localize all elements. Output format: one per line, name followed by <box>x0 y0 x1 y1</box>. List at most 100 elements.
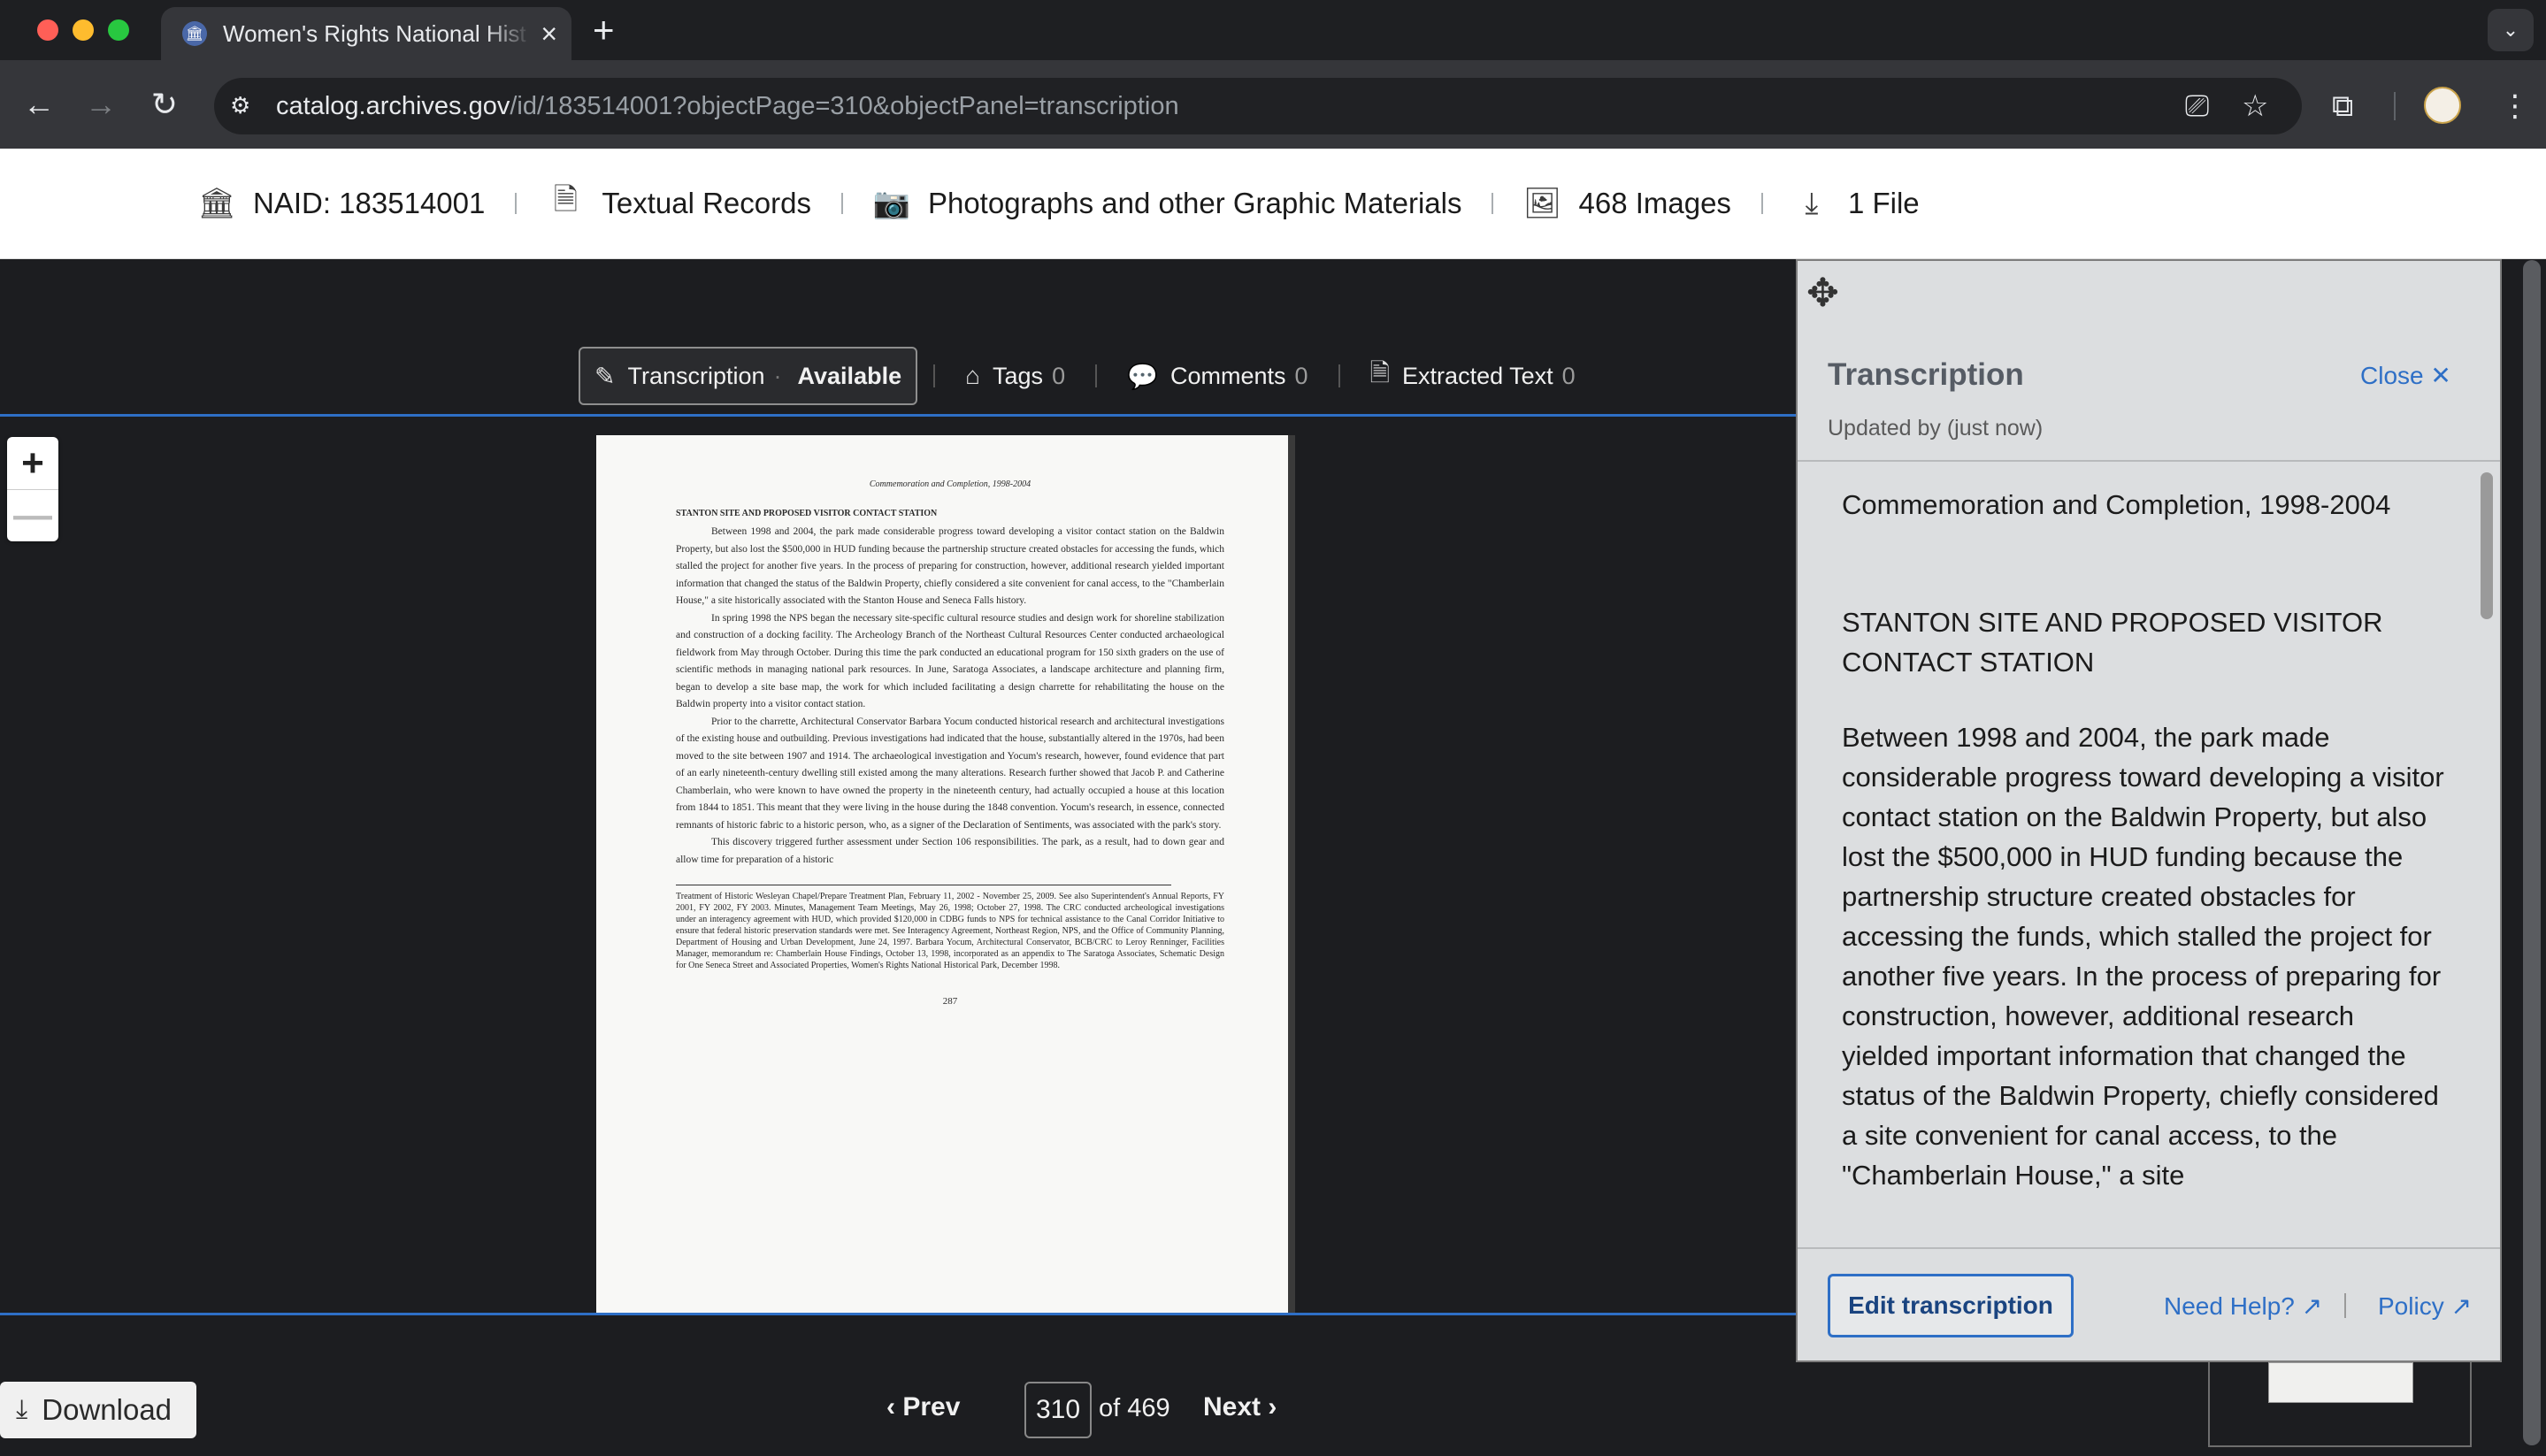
transcription-subheading: STANTON SITE AND PROPOSED VISITOR CONTAC… <box>1842 607 2383 678</box>
new-tab-button[interactable]: + <box>593 11 615 50</box>
tab-extracted-text[interactable]: 🗎 Extracted Text 0 <box>1356 347 1590 405</box>
meta-divider <box>1492 193 1494 214</box>
image-icon: 🖼 <box>1522 187 1562 220</box>
toolbar-divider <box>1338 364 1340 387</box>
extracted-text-count: 0 <box>1561 362 1576 389</box>
policy-link[interactable]: Policy ↗ <box>2378 1291 2472 1321</box>
install-app-icon[interactable]: ⎚ <box>2185 88 2209 124</box>
document-paragraph: Prior to the charrette, Architectural Co… <box>676 716 1224 831</box>
transcription-label: Transcription <box>627 362 765 389</box>
browser-tab[interactable]: 🏛 Women's Rights National Hist × <box>161 7 571 60</box>
naid-label: NAID: 183514001 <box>253 187 486 219</box>
edit-icon: ✎ <box>594 362 616 390</box>
document-footnotes: Treatment of Historic Wesleyan Chapel/Pr… <box>676 892 1224 970</box>
page-number-input[interactable]: 310 <box>1024 1382 1092 1438</box>
profile-avatar[interactable] <box>2424 87 2461 124</box>
images-count-label: 468 Images <box>1578 187 1731 219</box>
tab-close-icon[interactable]: × <box>541 19 557 48</box>
record-metadata-bar: 🏛 NAID: 183514001 🗎 Textual Records 📷 Ph… <box>0 149 2546 259</box>
files-count-item[interactable]: ⤓ 1 File <box>1793 185 1920 222</box>
document-header: Commemoration and Completion, 1998-2004 <box>869 479 1031 489</box>
files-count-label: 1 File <box>1847 187 1920 219</box>
site-info-icon[interactable]: ⚙ <box>230 92 257 119</box>
zoom-out-button[interactable]: — <box>7 489 58 541</box>
document-page-image[interactable]: Commemoration and Completion, 1998-2004 … <box>596 435 1295 1314</box>
zoom-controls: + — <box>7 437 58 541</box>
transcription-heading: Commemoration and Completion, 1998-2004 <box>1842 489 2391 520</box>
page-total-label: of 469 <box>1099 1394 1170 1422</box>
camera-icon: 📷 <box>872 187 911 220</box>
toolbar-divider <box>933 364 936 387</box>
window-maximize-button[interactable] <box>108 19 129 41</box>
panel-title: Transcription <box>1828 357 2024 392</box>
address-bar[interactable]: catalog.archives.gov/id/183514001?object… <box>214 78 2302 134</box>
document-paragraph: Between 1998 and 2004, the park made con… <box>676 526 1224 606</box>
document-icon: 🗎 <box>553 182 579 217</box>
naid-item: 🏛 NAID: 183514001 <box>197 185 486 222</box>
textual-records-item: 🗎 Textual Records <box>547 182 811 222</box>
archives-icon: 🏛 <box>182 21 207 46</box>
meta-divider <box>1760 193 1763 214</box>
tags-count: 0 <box>1052 362 1066 389</box>
zoom-in-button[interactable]: + <box>7 437 58 489</box>
url-host: catalog.archives.gov <box>276 91 510 120</box>
viewer-top-border <box>0 414 1796 417</box>
tab-transcription[interactable]: ✎ Transcription · Available <box>579 347 918 405</box>
url-path: /id/183514001?objectPage=310&objectPanel… <box>510 91 1179 120</box>
move-handle-icon[interactable]: ✥ <box>1806 271 1839 316</box>
comment-icon: 💬 <box>1127 362 1158 390</box>
edit-transcription-button[interactable]: Edit transcription <box>1828 1274 2074 1337</box>
download-button[interactable]: ⤓ Download <box>0 1382 196 1438</box>
tag-icon: ⌂ <box>965 362 981 389</box>
panel-updated-text: Updated by (just now) <box>1828 416 2044 441</box>
page-scrollbar-thumb[interactable] <box>2523 260 2541 1445</box>
comments-label: Comments <box>1169 362 1286 389</box>
next-page-button[interactable]: Next › <box>1203 1392 1277 1422</box>
extracted-text-label: Extracted Text <box>1402 362 1553 389</box>
document-paragraph: This discovery triggered further assessm… <box>676 837 1224 865</box>
bookmark-star-icon[interactable]: ☆ <box>2242 88 2268 124</box>
toolbar-divider <box>2394 92 2396 120</box>
viewer-bottom-border <box>0 1313 1796 1315</box>
thumbnail-image <box>2268 1362 2413 1403</box>
images-count-item[interactable]: 🖼 468 Images <box>1522 185 1731 222</box>
panel-scrollbar-thumb[interactable] <box>2481 472 2493 619</box>
photographs-item: 📷 Photographs and other Graphic Material… <box>873 185 1462 222</box>
textual-records-label: Textual Records <box>602 187 811 219</box>
download-icon: ⤓ <box>16 1395 28 1424</box>
document-page-number: 287 <box>942 996 958 1007</box>
tab-search-button[interactable]: ⌄ <box>2488 9 2534 51</box>
footer-divider <box>2344 1293 2346 1318</box>
window-close-button[interactable] <box>37 19 58 41</box>
comments-count: 0 <box>1294 362 1308 389</box>
tab-title: Women's Rights National Hist <box>223 19 526 47</box>
file-download-icon: ⤓ <box>1805 186 1819 220</box>
back-button[interactable]: ← <box>19 85 58 124</box>
document-paragraph: In spring 1998 the NPS began the necessa… <box>676 612 1224 710</box>
panel-divider <box>1798 460 2500 462</box>
meta-divider <box>515 193 518 214</box>
prev-page-button[interactable]: ‹ Prev <box>886 1392 960 1422</box>
panel-close-button[interactable]: Close ✕ <box>2360 361 2451 390</box>
transcription-status: Available <box>797 362 902 389</box>
viewer-toolbar: ✎ Transcription · Available ⌂ Tags 0 💬 C… <box>579 347 1590 405</box>
forward-button[interactable]: → <box>81 85 120 124</box>
need-help-link[interactable]: Need Help? ↗ <box>2164 1291 2322 1321</box>
window-minimize-button[interactable] <box>73 19 94 41</box>
reload-button[interactable]: ↻ <box>145 85 184 124</box>
download-label: Download <box>42 1393 173 1426</box>
meta-divider <box>840 193 843 214</box>
tags-label: Tags <box>993 362 1044 389</box>
institution-icon: 🏛 <box>197 187 236 220</box>
panel-footer-divider <box>1798 1247 2500 1249</box>
extensions-icon[interactable]: ⧉ <box>2332 88 2353 124</box>
transcription-text[interactable]: Commemoration and Completion, 1998-2004 … <box>1812 467 2475 1245</box>
document-subheader: STANTON SITE AND PROPOSED VISITOR CONTAC… <box>676 509 938 518</box>
browser-menu-icon[interactable]: ⋮ <box>2500 88 2530 124</box>
tab-comments[interactable]: 💬 Comments 0 <box>1113 347 1322 405</box>
transcription-body: Between 1998 and 2004, the park made con… <box>1842 722 2444 1191</box>
toolbar-divider <box>1095 364 1098 387</box>
tab-tags[interactable]: ⌂ Tags 0 <box>951 347 1079 405</box>
text-file-icon: 🗎 <box>1369 359 1391 387</box>
photographs-label: Photographs and other Graphic Materials <box>927 187 1462 219</box>
